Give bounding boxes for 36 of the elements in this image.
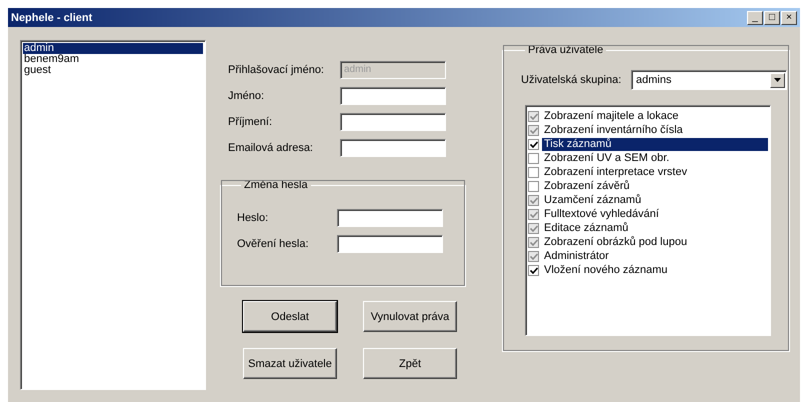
action-button[interactable]: Smazat uživatele bbox=[243, 348, 337, 379]
field-label: Příjmení: bbox=[228, 116, 274, 128]
group-dropdown[interactable]: admins bbox=[631, 70, 787, 90]
checkbox[interactable] bbox=[528, 138, 539, 150]
user-item[interactable]: admin bbox=[23, 43, 203, 54]
field-label: Uživatelská skupina: bbox=[521, 74, 622, 86]
permission-label[interactable]: Zobrazení interpretace vrstev bbox=[542, 166, 690, 178]
checkbox[interactable] bbox=[528, 166, 539, 178]
field-label: Přihlašovací jméno: bbox=[228, 64, 325, 76]
user-item[interactable]: guest bbox=[23, 65, 203, 76]
dropdown-arrow-icon bbox=[774, 78, 781, 82]
permission-label[interactable]: Zobrazení závěrů bbox=[542, 180, 632, 192]
field-label: Jméno: bbox=[228, 90, 266, 102]
action-button[interactable]: Vynulovat práva bbox=[363, 301, 457, 332]
field-label: Emailová adresa: bbox=[228, 142, 314, 154]
window-title: Nephele - client bbox=[11, 12, 92, 24]
checkbox[interactable] bbox=[528, 180, 539, 192]
field-label: Heslo: bbox=[237, 212, 270, 224]
user-item[interactable]: benem9am bbox=[23, 54, 203, 65]
checkbox[interactable] bbox=[528, 264, 539, 276]
minimize-button[interactable]: _ bbox=[747, 10, 763, 24]
input-field[interactable] bbox=[340, 87, 446, 105]
permission-label[interactable]: Vložení nového záznamu bbox=[542, 264, 670, 276]
permission-label[interactable]: Zobrazení UV a SEM obr. bbox=[542, 152, 672, 164]
input-field[interactable] bbox=[337, 209, 443, 227]
checkbox[interactable] bbox=[528, 152, 539, 164]
action-button[interactable]: Zpět bbox=[363, 348, 457, 379]
action-button[interactable]: Odeslat bbox=[243, 301, 337, 332]
maximize-button[interactable]: □ bbox=[764, 10, 780, 24]
input-field[interactable] bbox=[337, 235, 443, 253]
permission-label[interactable]: Tisk záznamů bbox=[542, 138, 768, 150]
group-title: Práva uživatele bbox=[527, 44, 604, 56]
input-field[interactable] bbox=[340, 139, 446, 157]
field-label: Ověření hesla: bbox=[237, 238, 310, 250]
close-button[interactable]: × bbox=[781, 10, 797, 24]
input-field[interactable] bbox=[340, 113, 446, 131]
